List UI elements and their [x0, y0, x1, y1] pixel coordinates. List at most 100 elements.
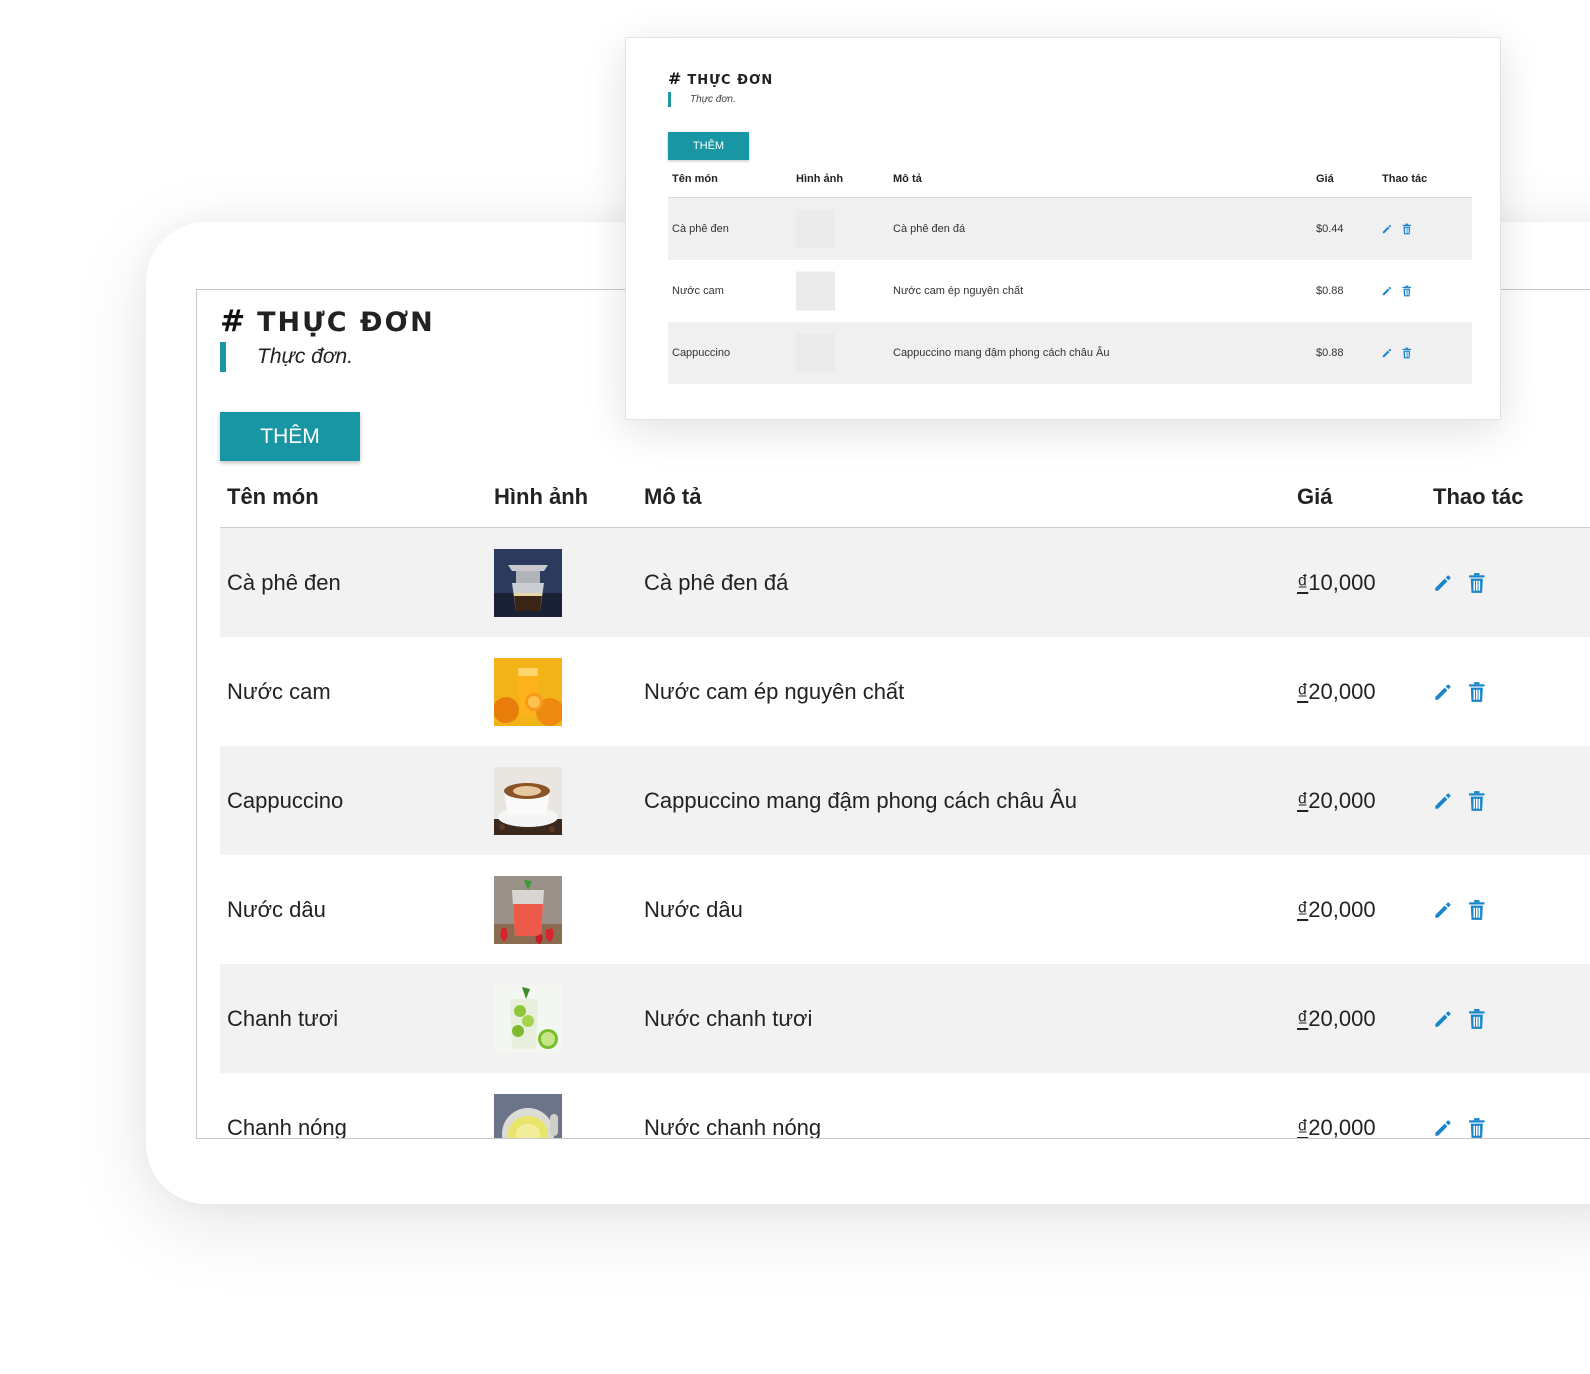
item-price: ₫10,000 [1297, 570, 1376, 596]
table-row: Nước cam Nước cam ép nguyên chất ₫20,000 [220, 637, 1590, 746]
preview-column-header-description: Mô tả [893, 173, 922, 185]
preview-subtitle: Thực đơn. [690, 94, 736, 105]
preview-title: THỰC ĐƠN [687, 73, 774, 88]
preview-item-name: Cà phê đen [672, 223, 729, 235]
column-header-price: Giá [1297, 484, 1333, 509]
item-name: Cà phê đen [227, 569, 341, 595]
preview-subtitle-accent-bar [668, 92, 671, 107]
currency-symbol: ₫ [1297, 787, 1309, 813]
delete-trash-icon[interactable] [1468, 681, 1486, 703]
price-value: 20,000 [1308, 787, 1376, 813]
preview-hash-icon: # [668, 69, 682, 88]
hash-icon: # [220, 304, 246, 339]
row-actions [1432, 1008, 1486, 1030]
preview-add-button[interactable]: THÊM [668, 132, 749, 160]
price-value: 20,000 [1308, 896, 1376, 922]
currency-symbol: ₫ [1297, 678, 1309, 704]
preview-item-price: $0.88 [1316, 285, 1344, 297]
price-value: 10,000 [1308, 569, 1376, 595]
edit-pencil-icon[interactable] [1432, 899, 1454, 921]
black-coffee-photo [494, 548, 562, 617]
currency-symbol: ₫ [1297, 1005, 1309, 1031]
image-placeholder-icon [796, 271, 835, 311]
table-row: Chanh tươi Nước chanh tươi ₫20,000 [220, 964, 1590, 1073]
delete-trash-icon[interactable] [1468, 1117, 1486, 1139]
preview-item-price: $0.44 [1316, 223, 1344, 235]
table-row: Cà phê đen Cà phê đen đá ₫10,000 [220, 528, 1590, 637]
preview-table-header: Tên món Hình ảnh Mô tả Giá Thao tác [668, 164, 1472, 198]
preview-column-header-price: Giá [1316, 173, 1334, 185]
table-row: Chanh nóng Nước chanh nóng ₫20,000 [220, 1073, 1590, 1139]
item-price: ₫20,000 [1297, 679, 1376, 705]
delete-trash-icon[interactable] [1468, 790, 1486, 812]
delete-trash-icon[interactable] [1402, 285, 1412, 297]
delete-trash-icon[interactable] [1468, 572, 1486, 594]
add-button[interactable]: THÊM [220, 412, 360, 461]
item-name: Nước cam [227, 678, 331, 704]
delete-trash-icon[interactable] [1468, 899, 1486, 921]
preview-item-description: Cappuccino mang đậm phong cách châu Âu [893, 347, 1110, 359]
orange-juice-photo [494, 657, 562, 726]
price-value: 20,000 [1308, 1114, 1376, 1139]
row-actions [1432, 1117, 1486, 1139]
preview-item-name: Nước cam [672, 285, 724, 297]
preview-item-price: $0.88 [1316, 347, 1344, 359]
column-header-description: Mô tả [644, 484, 702, 509]
row-actions [1432, 572, 1486, 594]
item-price: ₫20,000 [1297, 1006, 1376, 1032]
edit-pencil-icon[interactable] [1432, 790, 1454, 812]
column-header-image: Hình ảnh [494, 484, 589, 509]
delete-trash-icon[interactable] [1402, 223, 1412, 235]
item-price: ₫20,000 [1297, 788, 1376, 814]
item-description: Cà phê đen đá [644, 569, 789, 595]
preview-table-row: Nước cam Nước cam ép nguyên chất $0.88 [668, 260, 1472, 322]
currency-symbol: ₫ [1297, 1114, 1309, 1139]
page-title: THỰC ĐƠN [257, 307, 435, 338]
table-header: Tên món Hình ảnh Mô tả Giá Thao tác [220, 470, 1590, 528]
hot-lemon-photo [494, 1093, 562, 1138]
preview-column-header-name: Tên món [672, 173, 718, 185]
item-name: Nước dâu [227, 896, 326, 922]
edit-pencil-icon[interactable] [1432, 572, 1454, 594]
price-value: 20,000 [1308, 1005, 1376, 1031]
preview-item-name: Cappuccino [672, 347, 731, 359]
edit-pencil-icon[interactable] [1381, 285, 1393, 297]
item-description: Nước chanh nóng [644, 1114, 822, 1139]
edit-pencil-icon[interactable] [1432, 1008, 1454, 1030]
item-description: Nước chanh tươi [644, 1005, 813, 1031]
item-name: Chanh tươi [227, 1005, 339, 1031]
table-row: Nước dâu Nước dâu ₫20,000 [220, 855, 1590, 964]
edit-pencil-icon[interactable] [1381, 223, 1393, 235]
edit-pencil-icon[interactable] [1432, 1117, 1454, 1139]
edit-pencil-icon[interactable] [1381, 347, 1393, 359]
lime-drink-photo [494, 984, 562, 1053]
page-header: # THỰC ĐƠN [220, 304, 435, 339]
preview-row-actions [1381, 285, 1412, 297]
strawberry-drink-photo [494, 875, 562, 944]
row-actions [1432, 899, 1486, 921]
subtitle-row: Thực đơn. [220, 342, 353, 372]
preview-screenshot-card: # THỰC ĐƠN Thực đơn. THÊM Tên món Hình ả… [625, 37, 1501, 420]
preview-subtitle-row: Thực đơn. [668, 92, 736, 107]
preview-column-header-actions: Thao tác [1382, 173, 1428, 185]
currency-symbol: ₫ [1297, 569, 1309, 595]
edit-pencil-icon[interactable] [1432, 681, 1454, 703]
image-placeholder-icon [796, 209, 835, 249]
subtitle-accent-bar [220, 342, 226, 372]
preview-row-actions [1381, 347, 1412, 359]
preview-row-actions [1381, 223, 1412, 235]
delete-trash-icon[interactable] [1402, 347, 1412, 359]
price-value: 20,000 [1308, 678, 1376, 704]
page-subtitle: Thực đơn. [257, 345, 354, 368]
item-name: Cappuccino [227, 787, 344, 813]
item-name: Chanh nóng [227, 1114, 347, 1139]
item-price: ₫20,000 [1297, 1114, 1376, 1139]
item-description: Nước dâu [644, 896, 743, 922]
delete-trash-icon[interactable] [1468, 1008, 1486, 1030]
cappuccino-photo [494, 766, 562, 835]
preview-header: # THỰC ĐƠN [668, 69, 773, 88]
item-price: ₫20,000 [1297, 897, 1376, 923]
column-header-name: Tên món [227, 484, 319, 509]
preview-item-description: Nước cam ép nguyên chất [893, 285, 1024, 297]
row-actions [1432, 790, 1486, 812]
